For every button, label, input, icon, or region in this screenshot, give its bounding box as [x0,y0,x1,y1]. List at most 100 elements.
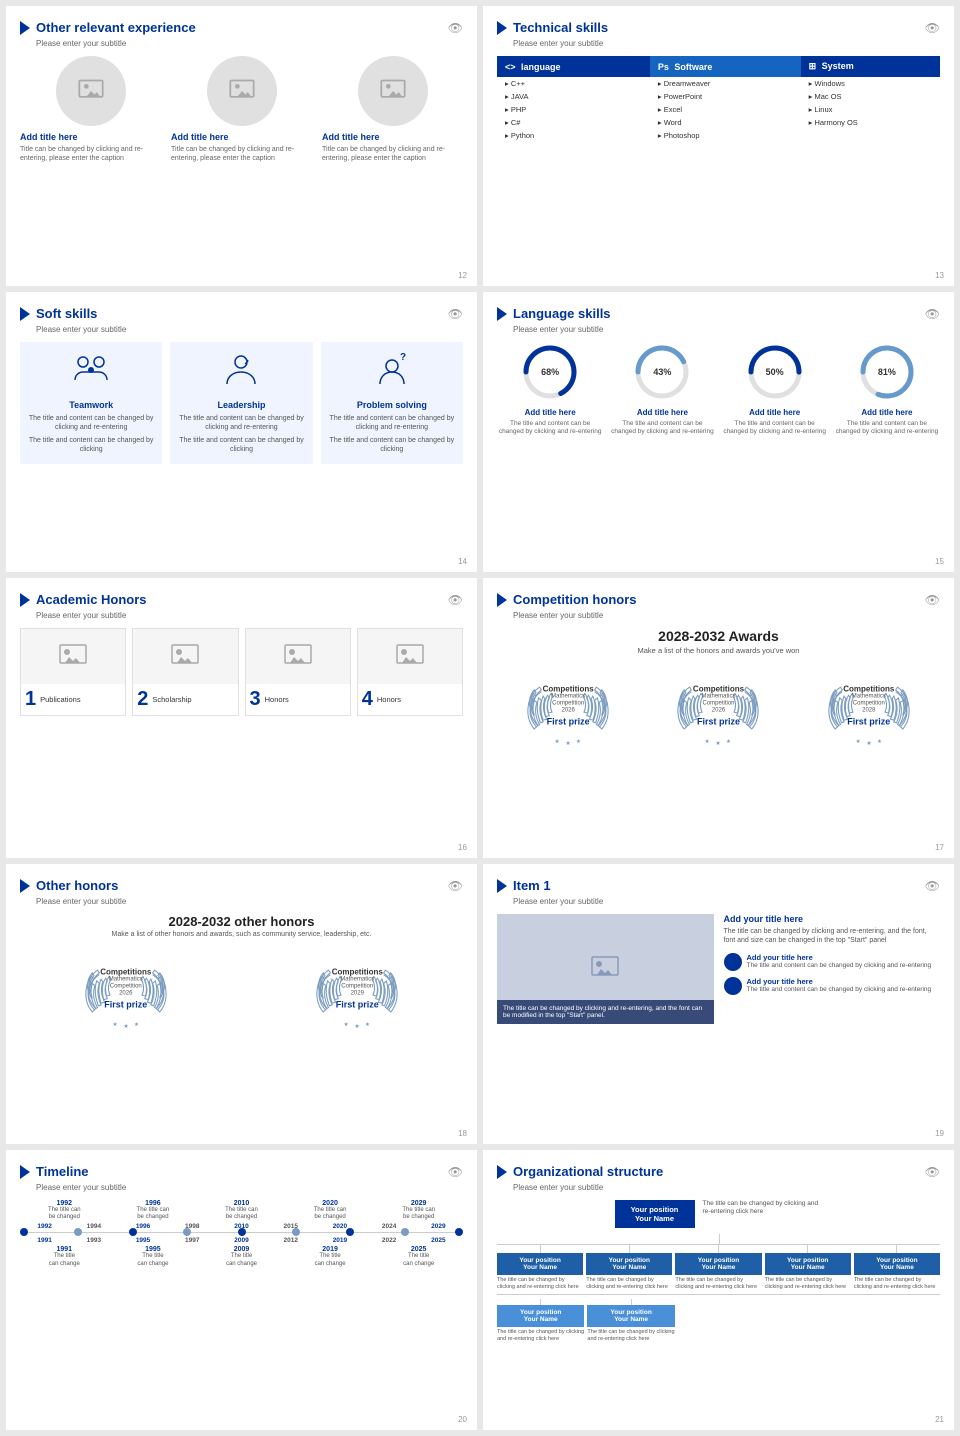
academic-num-4: 4 [362,688,373,711]
circle-43: 43% [632,342,692,402]
award-prize-o2: First prize [332,1000,383,1010]
avatar-icon-2 [724,977,742,995]
dot-4 [183,1228,191,1236]
lang-title-4[interactable]: Add title here [834,408,940,417]
svg-text:★: ★ [344,1022,349,1028]
org-mid-5: Your position Your Name The title can be… [854,1245,940,1290]
tl-smb-2009: 2009 [217,1237,266,1244]
tl-byear-1995: 1995 [109,1246,198,1253]
slide-academic-honors: Academic Honors 👁 Please enter your subt… [6,578,477,858]
org-mid-box-4[interactable]: Your position Your Name [765,1253,851,1275]
org-con-m4 [807,1245,808,1253]
exp-item-3: Add title here Title can be changed by c… [322,56,463,163]
svg-text:★: ★ [716,740,722,745]
exp-item-2: Add title here Title can be changed by c… [171,56,312,163]
eye-icon[interactable]: 👁 [448,879,463,893]
slide-title: Soft skills [36,306,448,321]
slide-number: 21 [935,1415,944,1424]
dot-7 [346,1228,354,1236]
teamwork-desc2: The title and content can be changed by … [28,436,154,454]
slide-title: Timeline [36,1164,448,1179]
academic-items: 1 Publications 2 Scholarship [20,628,463,716]
academic-item-4: 4 Honors [357,628,463,716]
item1-sub-title-1[interactable]: Add your title here [747,953,932,962]
org-bot-box-1[interactable]: Your position Your Name [497,1305,584,1327]
item1-main-title[interactable]: Add your title here [724,914,941,924]
teamwork-title[interactable]: Teamwork [28,400,154,410]
soft-item-leadership: Leadership The title and content can be … [170,342,312,464]
award-prize-1: First prize [543,717,594,727]
problem-title[interactable]: Problem solving [329,400,455,410]
eye-icon[interactable]: 👁 [448,21,463,35]
exp-title-2[interactable]: Add title here [171,132,312,142]
ps-icon: Ps [658,62,669,72]
page-grid: Other relevant experience 👁 Please enter… [0,0,960,1436]
eye-icon[interactable]: 👁 [448,307,463,321]
slide-number: 16 [458,843,467,852]
dot-5 [238,1228,246,1236]
award-comp-1: Competitions [543,684,594,693]
academic-num-1: 1 [25,688,36,711]
org-mid-desc-2: The title can be changed by clicking and… [586,1277,672,1290]
code-icon: <> [505,62,516,72]
lang-cpp: C++ [497,77,650,90]
triangle-icon [497,307,507,321]
academic-item-3: 3 Honors [245,628,351,716]
slide-title: Organizational structure [513,1164,925,1179]
tl-year-2010: 2010 [197,1200,286,1207]
tl-desc-2029: The title canbe changed [374,1207,463,1221]
org-mid-box-1[interactable]: Your position Your Name [497,1253,583,1275]
org-mid-box-3[interactable]: Your position Your Name [675,1253,761,1275]
dot-3 [129,1228,137,1236]
academic-text-1: Publications [40,695,80,704]
eye-icon[interactable]: 👁 [925,879,940,893]
tl-year-1996: 1996 [109,1200,198,1207]
org-mid-box-2[interactable]: Your position Your Name [586,1253,672,1275]
lang-title-1[interactable]: Add title here [497,408,603,417]
item1-sub-content-1: Add your title here The title and conten… [747,953,932,970]
tl-byear-2025: 2025 [374,1246,463,1253]
academic-label-4: 4 Honors [358,684,462,715]
slide-language-skills: Language skills 👁 Please enter your subt… [483,292,954,572]
exp-title-1[interactable]: Add title here [20,132,161,142]
eye-icon[interactable]: 👁 [448,1165,463,1179]
sys-win: Windows [801,77,940,90]
lang-desc-4: The title and content can be changed by … [834,420,940,437]
eye-icon[interactable]: 👁 [925,593,940,607]
slide-title: Competition honors [513,592,925,607]
exp-title-3[interactable]: Add title here [322,132,463,142]
award-inner-2: Competitions Mathematics Competition 202… [693,684,744,727]
academic-num-3: 3 [250,688,261,711]
leadership-title[interactable]: Leadership [178,400,304,410]
lang-title-2[interactable]: Add title here [609,408,715,417]
lang-desc-1: The title and content can be changed by … [497,420,603,437]
eye-icon[interactable]: 👁 [448,593,463,607]
award-inner-o1: Competitions Mathematics Competition 202… [100,967,151,1010]
slide-item1: Item 1 👁 Please enter your subtitle The … [483,864,954,1144]
lang-desc-2: The title and content can be changed by … [609,420,715,437]
slide-title: Technical skills [513,20,925,35]
award-inner-3: Competitions Mathematics Competition 202… [843,684,894,727]
eye-icon[interactable]: 👁 [925,21,940,35]
org-mid-box-5[interactable]: Your position Your Name [854,1253,940,1275]
exp-desc-3: Title can be changed by clicking and re-… [322,145,463,163]
academic-label-3: 3 Honors [246,684,350,715]
problem-icon: ? [329,352,455,394]
org-top-box[interactable]: Your position Your Name [615,1200,695,1228]
item1-sub-title-2[interactable]: Add your title here [747,977,932,986]
item1-sub-desc-1: The title and content can be changed by … [747,962,932,970]
eye-icon[interactable]: 👁 [925,307,940,321]
triangle-icon [20,879,30,893]
svg-text:★: ★ [576,739,581,745]
lang-item-43: 43% Add title here The title and content… [609,342,715,437]
soft-item-problem: ? Problem solving The title and content … [321,342,463,464]
award-prize-o1: First prize [100,1000,151,1010]
org-bot-spacer [678,1299,940,1342]
slide-header: Item 1 👁 [497,878,940,893]
timeline-line-row [20,1232,463,1233]
academic-img-3 [246,629,350,684]
org-bot-box-2[interactable]: Your position Your Name [587,1305,674,1327]
eye-icon[interactable]: 👁 [925,1165,940,1179]
slide-title: Academic Honors [36,592,448,607]
lang-title-3[interactable]: Add title here [722,408,828,417]
